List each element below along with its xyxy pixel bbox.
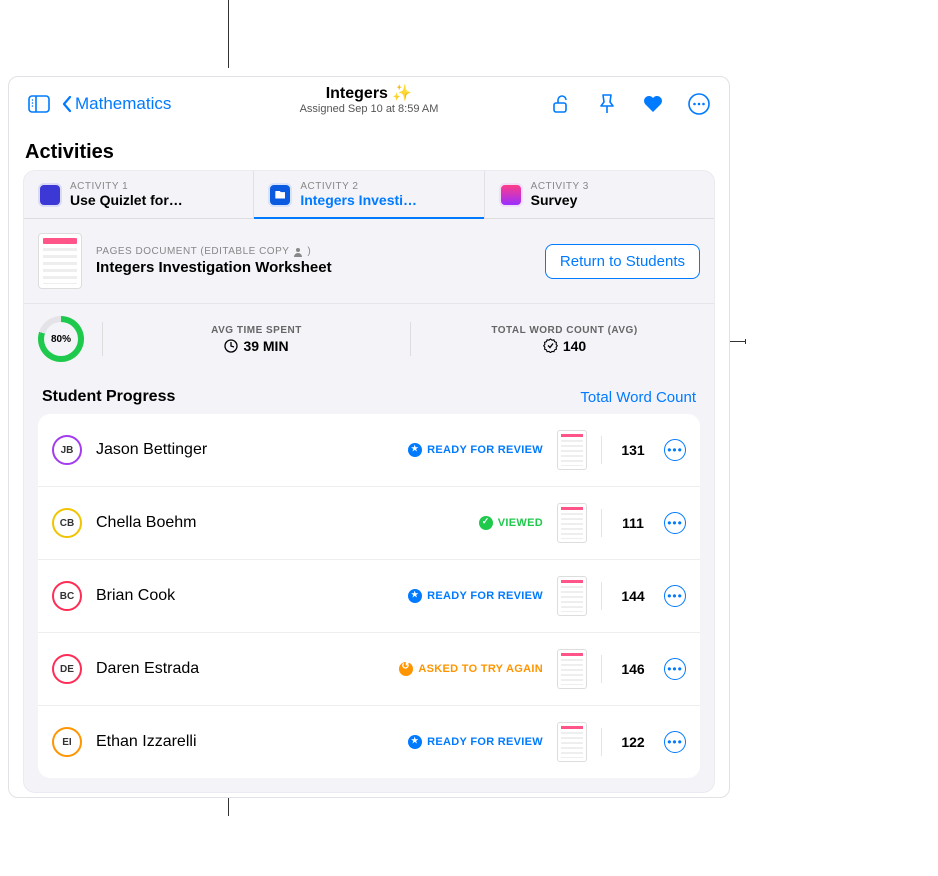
- word-count: 131: [616, 442, 650, 458]
- page-title: Integers ✨: [300, 83, 439, 103]
- student-avatar: BC: [52, 581, 82, 611]
- sidebar-toggle-button[interactable]: [25, 90, 53, 118]
- student-avatar: CB: [52, 508, 82, 538]
- document-title: Integers Investigation Worksheet: [96, 259, 531, 276]
- student-progress-header: Student Progress Total Word Count: [24, 374, 714, 414]
- student-row[interactable]: JB Jason Bettinger READY FOR REVIEW 131 •••: [38, 414, 700, 487]
- status-icon: [408, 735, 422, 749]
- submission-thumbnail[interactable]: [557, 722, 587, 762]
- word-count-stat: TOTAL WORD COUNT (AVG) 140: [429, 325, 700, 354]
- row-more-button[interactable]: •••: [664, 512, 686, 534]
- word-count: 144: [616, 588, 650, 604]
- tab-activity-2[interactable]: ACTIVITY 2 Integers Investi…: [254, 171, 484, 218]
- avg-time-stat: AVG TIME SPENT 39 MIN: [121, 325, 392, 354]
- quizlet-icon: [38, 183, 62, 207]
- activity-tabs: ACTIVITY 1 Use Quizlet for… ACTIVITY 2 I…: [24, 171, 714, 219]
- app-frame: Mathematics Integers ✨ Assigned Sep 10 a…: [8, 76, 730, 798]
- student-name: Ethan Izzarelli: [96, 733, 394, 751]
- student-avatar: EI: [52, 727, 82, 757]
- student-status: ASKED TO TRY AGAIN: [399, 662, 543, 676]
- word-count: 146: [616, 661, 650, 677]
- completion-donut: 80%: [38, 316, 84, 362]
- chevron-left-icon: [61, 95, 73, 113]
- section-title: Activities: [9, 131, 729, 170]
- person-icon: [293, 247, 303, 257]
- favorite-button[interactable]: [639, 90, 667, 118]
- student-status: READY FOR REVIEW: [408, 735, 543, 749]
- clock-icon: [224, 339, 238, 353]
- files-icon: [268, 183, 292, 207]
- return-to-students-button[interactable]: Return to Students: [545, 244, 700, 279]
- submission-thumbnail[interactable]: [557, 503, 587, 543]
- row-more-button[interactable]: •••: [664, 439, 686, 461]
- student-row[interactable]: BC Brian Cook READY FOR REVIEW 144 •••: [38, 560, 700, 633]
- student-name: Chella Boehm: [96, 514, 465, 532]
- word-count: 122: [616, 734, 650, 750]
- seal-icon: [543, 338, 558, 353]
- page-subtitle: Assigned Sep 10 at 8:59 AM: [300, 103, 439, 115]
- lock-button[interactable]: [547, 90, 575, 118]
- stats-row: 80% AVG TIME SPENT 39 MIN TOTAL WORD COU…: [24, 304, 714, 374]
- word-count: 111: [616, 515, 650, 531]
- student-list: JBJason BettingerREADY FOR REVIEW131•••C…: [38, 414, 700, 778]
- activities-panel: ACTIVITY 1 Use Quizlet for… ACTIVITY 2 I…: [23, 170, 715, 793]
- student-progress-title: Student Progress: [42, 388, 175, 406]
- student-status: VIEWED: [479, 516, 543, 530]
- student-avatar: JB: [52, 435, 82, 465]
- title-area: Integers ✨ Assigned Sep 10 at 8:59 AM: [300, 83, 439, 115]
- back-button[interactable]: Mathematics: [61, 94, 171, 114]
- student-status: READY FOR REVIEW: [408, 589, 543, 603]
- document-type-label: PAGES DOCUMENT (EDITABLE COPY ): [96, 246, 531, 257]
- document-thumbnail[interactable]: [38, 233, 82, 289]
- student-name: Daren Estrada: [96, 660, 385, 678]
- student-avatar: DE: [52, 654, 82, 684]
- status-icon: [399, 662, 413, 676]
- submission-thumbnail[interactable]: [557, 576, 587, 616]
- survey-icon: [499, 183, 523, 207]
- navbar: Mathematics Integers ✨ Assigned Sep 10 a…: [9, 77, 729, 131]
- student-row[interactable]: DE Daren Estrada ASKED TO TRY AGAIN 146 •••: [38, 633, 700, 706]
- status-icon: [408, 443, 422, 457]
- status-icon: [408, 589, 422, 603]
- student-name: Jason Bettinger: [96, 441, 394, 459]
- submission-thumbnail[interactable]: [557, 430, 587, 470]
- tab-activity-1[interactable]: ACTIVITY 1 Use Quizlet for…: [24, 171, 254, 218]
- tab-activity-3[interactable]: ACTIVITY 3 Survey: [485, 171, 714, 218]
- row-more-button[interactable]: •••: [664, 585, 686, 607]
- pin-button[interactable]: [593, 90, 621, 118]
- student-status: READY FOR REVIEW: [408, 443, 543, 457]
- student-name: Brian Cook: [96, 587, 394, 605]
- total-word-count-link[interactable]: Total Word Count: [580, 389, 696, 406]
- annotation-line-top: [228, 0, 229, 68]
- submission-thumbnail[interactable]: [557, 649, 587, 689]
- more-button[interactable]: [685, 90, 713, 118]
- document-row: PAGES DOCUMENT (EDITABLE COPY ) Integers…: [24, 219, 714, 304]
- row-more-button[interactable]: •••: [664, 658, 686, 680]
- status-icon: [479, 516, 493, 530]
- student-row[interactable]: EI Ethan Izzarelli READY FOR REVIEW 122 •••: [38, 706, 700, 778]
- student-row[interactable]: CB Chella Boehm VIEWED 111 •••: [38, 487, 700, 560]
- row-more-button[interactable]: •••: [664, 731, 686, 753]
- back-label: Mathematics: [75, 94, 171, 114]
